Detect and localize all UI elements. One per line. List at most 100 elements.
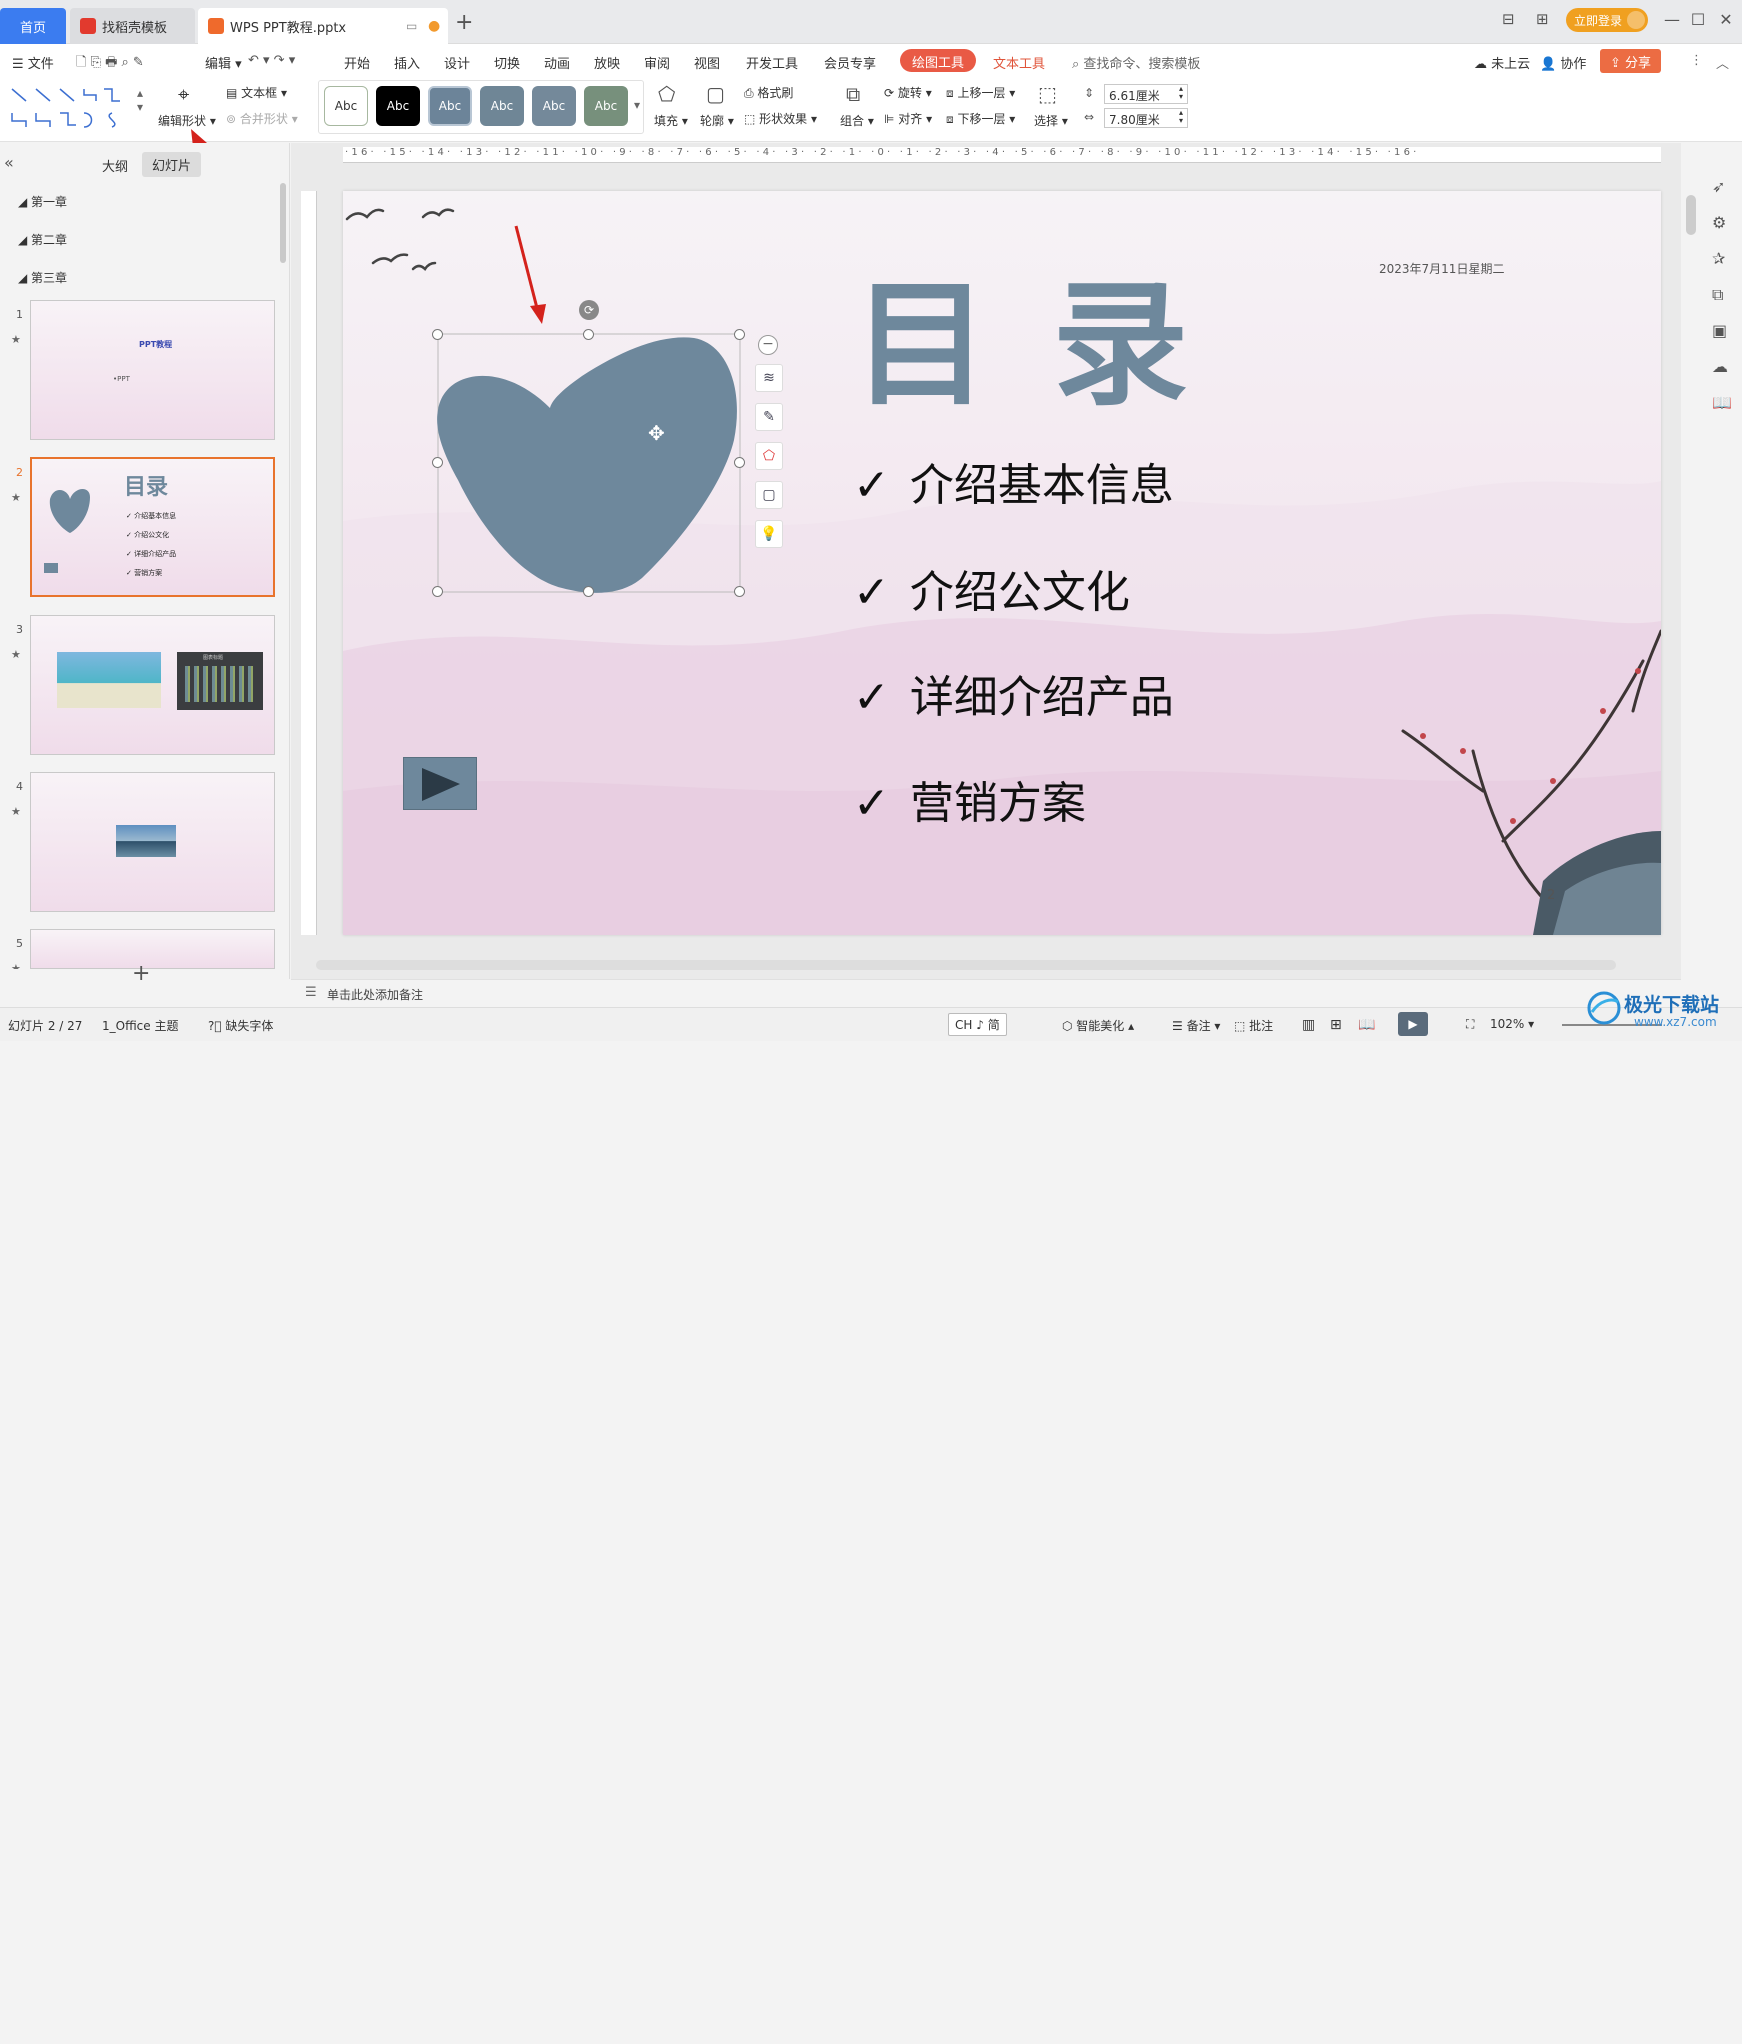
style-preset-3[interactable]: Abc xyxy=(428,86,472,126)
pin-icon[interactable]: ✰ xyxy=(1712,249,1725,268)
slide-thumbnail-2[interactable]: 目录 ✓ 介绍基本信息 ✓ 介绍公文化 ✓ 详细介绍产品 ✓ 营销方案 xyxy=(30,457,275,597)
horizontal-ruler[interactable]: ·16· ·15· ·14· ·13· ·12· ·11· ·10· ·9· ·… xyxy=(343,147,1661,163)
search-box[interactable]: ⌕ 查找命令、搜索模板 xyxy=(1072,53,1200,72)
style-preset-2[interactable]: Abc xyxy=(376,86,420,126)
outline-button[interactable]: 轮廓 ▾ xyxy=(700,112,734,129)
select-button[interactable]: 选择 ▾ xyxy=(1034,112,1068,129)
toc-item-2[interactable]: ✓ 介绍公文化 xyxy=(853,556,1130,620)
theme-name[interactable]: 1_Office 主题 xyxy=(102,1017,178,1034)
chapter-2[interactable]: ◢ 第二章 xyxy=(18,231,67,248)
play-video-button[interactable] xyxy=(403,757,477,810)
star-icon[interactable]: ★ xyxy=(11,648,21,661)
toc-item-1[interactable]: ✓ 介绍基本信息 xyxy=(853,449,1174,513)
collapse-ribbon-icon[interactable]: ︿ xyxy=(1716,53,1729,72)
more-icon[interactable]: ⋮ xyxy=(1690,53,1703,68)
file-menu[interactable]: ☰ 文件 xyxy=(12,53,54,72)
resize-handle[interactable] xyxy=(432,586,443,597)
missing-font-button[interactable]: ?⃣ 缺失字体 xyxy=(208,1017,273,1034)
fit-window-icon[interactable]: ⛶ xyxy=(1466,1017,1474,1032)
collapse-panel-icon[interactable]: « xyxy=(4,153,14,172)
chapter-3[interactable]: ◢ 第三章 xyxy=(18,269,67,286)
vertical-scrollbar[interactable] xyxy=(1686,195,1696,235)
slide-thumbnail-4[interactable] xyxy=(30,772,275,912)
layer-icon[interactable]: ≋ xyxy=(755,364,783,392)
format-painter-button[interactable]: ⎙ 格式刷 xyxy=(744,84,793,101)
fill-button[interactable]: 填充 ▾ xyxy=(654,112,688,129)
tab-slideshow[interactable]: 放映 xyxy=(594,53,620,72)
outline-style-icon[interactable]: ▢ xyxy=(755,481,783,509)
book-icon[interactable]: 📖 xyxy=(1712,393,1732,412)
collab-button[interactable]: 👤 协作 xyxy=(1540,53,1586,72)
resize-handle[interactable] xyxy=(734,586,745,597)
tab-document[interactable]: WPS PPT教程.pptx ▭ ● xyxy=(198,8,448,44)
tab-design[interactable]: 设计 xyxy=(444,53,470,72)
style-preset-1[interactable]: Abc xyxy=(324,86,368,126)
play-slideshow-button[interactable]: ▶ xyxy=(1398,1012,1428,1036)
notes-bar[interactable]: ☰ 单击此处添加备注 xyxy=(291,979,1681,1007)
line-shapes-gallery[interactable] xyxy=(8,83,148,133)
textbox-button[interactable]: ▤ 文本框 ▾ xyxy=(226,84,287,101)
gallery-scroll-icon[interactable]: ▴ ▾ xyxy=(137,86,143,114)
tab-transition[interactable]: 切换 xyxy=(494,53,520,72)
sorter-view-icon[interactable]: ⊞ xyxy=(1330,1017,1342,1033)
resize-handle[interactable] xyxy=(583,329,594,340)
horizontal-scrollbar[interactable] xyxy=(316,960,1616,970)
rotate-button[interactable]: ⟳ 旋转 ▾ xyxy=(884,84,932,101)
add-slide-button[interactable]: + xyxy=(132,963,150,985)
tab-text-tools[interactable]: 文本工具 xyxy=(993,53,1045,72)
vertical-ruler[interactable] xyxy=(301,191,317,935)
send-backward-button[interactable]: ⧈ 下移一层 ▾ xyxy=(946,110,1015,127)
input-method-indicator[interactable]: CH ♪ 简 xyxy=(948,1013,1007,1036)
gallery-more-icon[interactable]: ▾ xyxy=(634,98,640,112)
monitor-icon[interactable]: ▭ xyxy=(406,19,417,33)
layout-icon[interactable]: ⊟ xyxy=(1502,10,1515,28)
resize-handle[interactable] xyxy=(583,586,594,597)
slides-tab[interactable]: 幻灯片 xyxy=(142,152,202,177)
align-button[interactable]: ⊫ 对齐 ▾ xyxy=(884,110,932,127)
slide-date[interactable]: 2023年7月11日星期二 xyxy=(1379,260,1504,277)
tab-start[interactable]: 开始 xyxy=(344,53,370,72)
settings-sliders-icon[interactable]: ⚙ xyxy=(1712,213,1726,232)
toc-item-4[interactable]: ✓ 营销方案 xyxy=(853,767,1086,831)
zoom-level[interactable]: 102% ▾ xyxy=(1490,1017,1534,1031)
tab-developer[interactable]: 开发工具 xyxy=(746,53,798,72)
tab-home[interactable]: 首页 xyxy=(0,8,66,44)
resize-handle[interactable] xyxy=(734,457,745,468)
edit-menu[interactable]: 编辑 ▾ xyxy=(205,53,242,72)
slide-thumbnail-5[interactable] xyxy=(30,929,275,969)
panel-scrollbar[interactable] xyxy=(280,183,286,263)
slide-title[interactable]: 目 录 xyxy=(853,235,1196,432)
slides-icon[interactable]: ⧉ xyxy=(1712,285,1723,305)
style-preset-5[interactable]: Abc xyxy=(532,86,576,126)
width-input[interactable]: 7.80厘米 ▴ ▾ xyxy=(1104,108,1188,128)
slide-thumbnail-3[interactable]: 图表标题 xyxy=(30,615,275,755)
star-icon[interactable]: ★ xyxy=(11,333,21,346)
smart-beautify-button[interactable]: ⬡ 智能美化 ▴ xyxy=(1062,1017,1134,1034)
cloud-status[interactable]: ☁ 未上云 xyxy=(1474,53,1530,72)
height-input[interactable]: 6.61厘米 ▴ ▾ xyxy=(1104,84,1188,104)
chapter-1[interactable]: ◢ 第一章 xyxy=(18,193,67,210)
toc-item-3[interactable]: ✓ 详细介绍产品 xyxy=(853,661,1174,725)
star-icon[interactable]: ★ xyxy=(11,491,21,504)
heart-shape[interactable]: ✥ xyxy=(432,330,744,600)
tab-review[interactable]: 审阅 xyxy=(644,53,670,72)
tab-view[interactable]: 视图 xyxy=(694,53,720,72)
star-icon[interactable]: ★ xyxy=(11,805,21,818)
resize-handle[interactable] xyxy=(432,457,443,468)
minimize-icon[interactable]: — xyxy=(1658,8,1686,32)
grid-icon[interactable]: ⊞ xyxy=(1536,10,1549,28)
tab-template[interactable]: 找稻壳模板 xyxy=(70,8,195,44)
image-icon[interactable]: ▣ xyxy=(1712,321,1727,340)
normal-view-icon[interactable]: ▥ xyxy=(1302,1017,1315,1033)
quick-access-icons[interactable]: 🗋 ⎘ 🖶 ⌕ ✎ xyxy=(76,53,144,75)
pen-icon[interactable]: ✎ xyxy=(755,403,783,431)
tab-insert[interactable]: 插入 xyxy=(394,53,420,72)
cloud-icon[interactable]: ☁ xyxy=(1712,357,1728,376)
login-button[interactable]: 立即登录 xyxy=(1566,8,1648,32)
comments-toggle[interactable]: ⬚ 批注 xyxy=(1234,1017,1273,1034)
bring-forward-button[interactable]: ⧈ 上移一层 ▾ xyxy=(946,84,1015,101)
resize-handle[interactable] xyxy=(432,329,443,340)
style-preset-4[interactable]: Abc xyxy=(480,86,524,126)
rotate-handle-icon[interactable]: ⟳ xyxy=(579,300,599,320)
collapse-toolbar-icon[interactable]: − xyxy=(758,335,778,355)
